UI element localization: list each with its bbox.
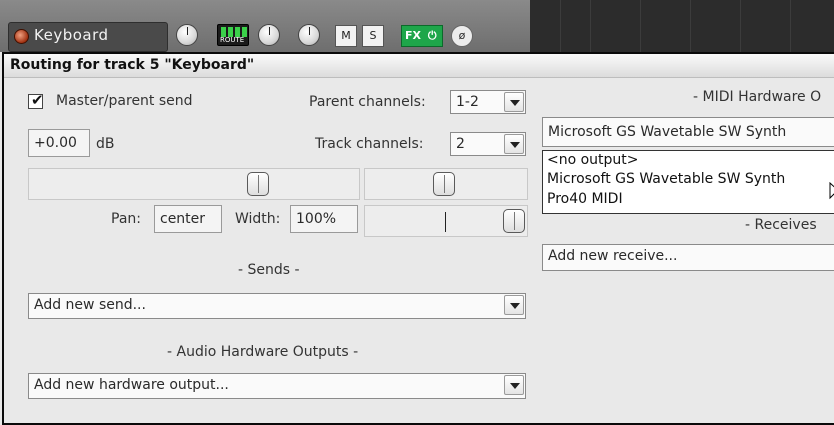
mute-button[interactable]: M: [335, 25, 357, 47]
arrange-view[interactable]: [530, 0, 834, 52]
volume-value: +0.00: [34, 135, 77, 151]
midi-hw-output-heading: - MIDI Hardware O: [693, 89, 822, 105]
pan-field[interactable]: center: [154, 205, 222, 233]
checkmark-icon: ✔: [31, 91, 44, 109]
sends-heading: - Sends -: [238, 262, 300, 278]
add-send-value: Add new send...: [34, 297, 146, 313]
width-value: 100%: [296, 211, 337, 227]
volume-slider-thumb[interactable]: [247, 172, 269, 196]
fx-label: FX: [405, 29, 421, 42]
track-channels-value: 2: [456, 136, 465, 152]
volume-unit: dB: [96, 136, 115, 152]
volume-slider[interactable]: [28, 168, 360, 200]
route-button[interactable]: ROUTE: [217, 24, 249, 46]
width-center-line: [445, 212, 446, 232]
add-hardware-output-select[interactable]: Add new hardware output...: [28, 373, 526, 399]
master-send-label: Master/parent send: [56, 93, 193, 109]
midi-output-dropdown-list[interactable]: <no output> Microsoft GS Wavetable SW Sy…: [542, 150, 834, 214]
track-channels-label: Track channels:: [315, 136, 424, 152]
width-field[interactable]: 100%: [290, 205, 358, 233]
master-send-checkbox[interactable]: ✔: [28, 91, 44, 109]
parent-channels-value: 1-2: [456, 94, 479, 110]
width-slider[interactable]: [364, 205, 528, 237]
add-receive-select[interactable]: Add new receive...: [542, 244, 834, 271]
midi-output-select[interactable]: Microsoft GS Wavetable SW Synth: [542, 117, 834, 147]
record-arm-button[interactable]: [14, 29, 29, 44]
dialog-title: Routing for track 5 "Keyboard": [10, 57, 255, 73]
chevron-down-icon[interactable]: [504, 134, 524, 154]
add-send-select[interactable]: Add new send...: [28, 293, 526, 319]
parent-channels-select[interactable]: 1-2: [450, 90, 526, 114]
route-label: ROUTE: [220, 36, 245, 44]
width-label: Width:: [235, 211, 281, 227]
chevron-down-icon[interactable]: [504, 295, 524, 315]
receives-heading: - Receives: [745, 217, 817, 233]
track-name-label: Keyboard: [34, 26, 109, 44]
pan-slider-thumb[interactable]: [433, 172, 455, 196]
midi-output-value: Microsoft GS Wavetable SW Synth: [548, 124, 787, 140]
fx-power-icon[interactable]: ⏻: [428, 29, 437, 42]
solo-button[interactable]: S: [362, 25, 384, 47]
volume-field[interactable]: +0.00: [28, 129, 90, 157]
volume-knob[interactable]: [176, 24, 198, 46]
pan-slider[interactable]: [364, 168, 528, 200]
chevron-down-icon[interactable]: [504, 92, 524, 112]
phase-invert-button[interactable]: ø: [451, 25, 473, 47]
routing-dialog: Routing for track 5 "Keyboard" ✔ Master/…: [2, 52, 834, 425]
dialog-titlebar[interactable]: Routing for track 5 "Keyboard": [4, 54, 834, 78]
width-knob[interactable]: [298, 24, 320, 46]
audio-hw-outputs-heading: - Audio Hardware Outputs -: [167, 344, 359, 360]
midi-option-gs-wavetable[interactable]: Microsoft GS Wavetable SW Synth: [547, 171, 785, 187]
add-hardware-output-value: Add new hardware output...: [34, 377, 229, 393]
mouse-cursor-icon: [829, 182, 834, 200]
pan-label: Pan:: [111, 211, 141, 227]
chevron-down-icon[interactable]: [504, 375, 524, 395]
midi-option-no-output[interactable]: <no output>: [547, 152, 639, 168]
pan-value: center: [160, 211, 206, 227]
width-slider-thumb[interactable]: [503, 209, 525, 233]
track-channels-select[interactable]: 2: [450, 132, 526, 156]
add-receive-value: Add new receive...: [548, 248, 678, 264]
fx-button[interactable]: FX ⏻: [401, 25, 443, 47]
parent-channels-label: Parent channels:: [309, 94, 426, 110]
midi-option-pro40[interactable]: Pro40 MIDI: [547, 191, 623, 207]
pan-knob[interactable]: [258, 24, 280, 46]
